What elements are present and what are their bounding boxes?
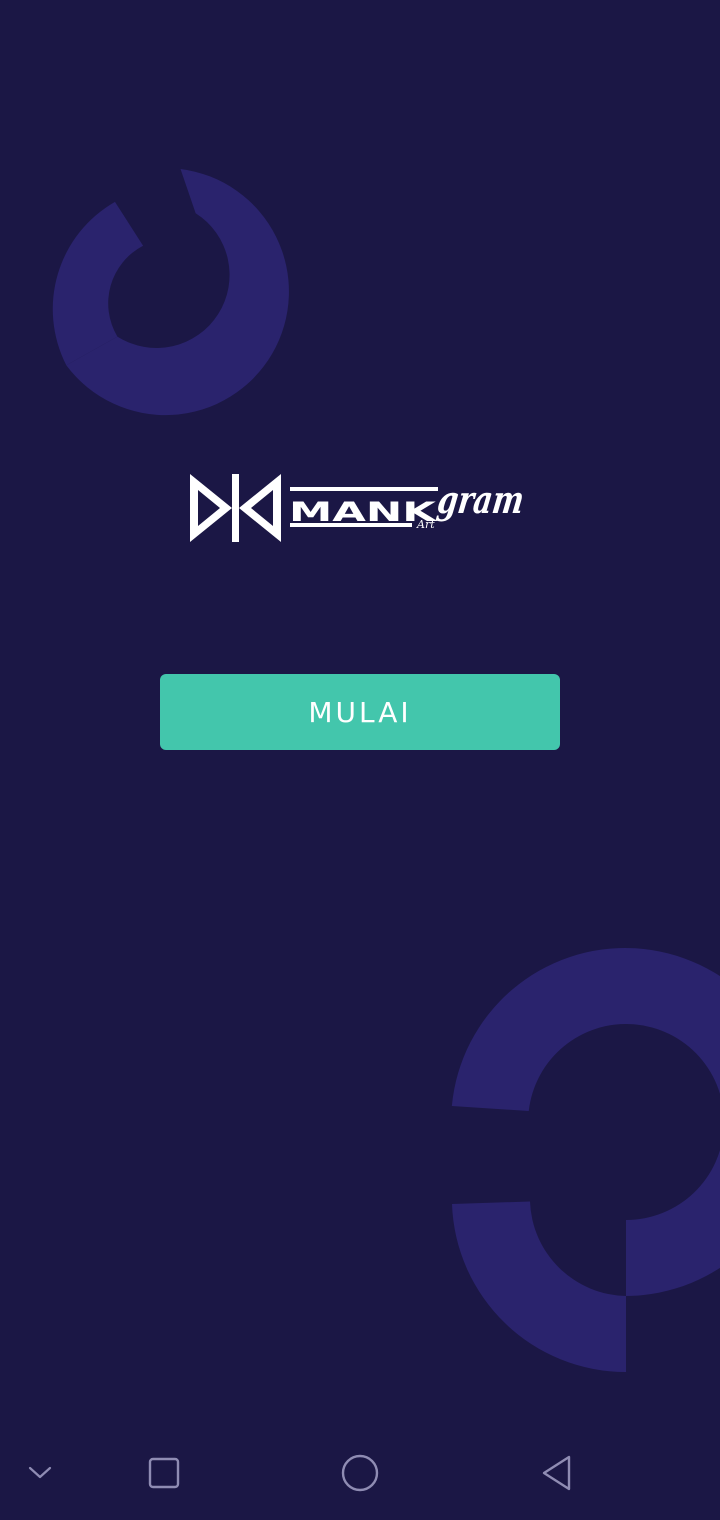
square-recents-icon: [148, 1457, 180, 1489]
bottom-ring-fragment-decoration: [452, 1201, 626, 1373]
bowtie-mark-icon: [190, 474, 281, 542]
circle-home-icon: [341, 1454, 379, 1492]
start-button-label: MULAI: [308, 695, 412, 729]
splash-screen: MANK Art gram MULAI: [0, 0, 720, 1520]
nav-back-button[interactable]: [531, 1448, 581, 1498]
nav-collapse-button[interactable]: [15, 1448, 65, 1498]
mankgram-logo: MANK Art gram: [190, 474, 527, 542]
system-navigation-bar: [0, 1424, 720, 1520]
chevron-down-icon: [28, 1466, 52, 1479]
nav-recents-button[interactable]: [139, 1448, 189, 1498]
logo-subtext: Art: [416, 518, 435, 531]
logo-script-text: gram: [435, 478, 527, 523]
logo-top-line: [290, 487, 438, 491]
decorative-rings: [52, 169, 720, 1373]
triangle-back-icon: [542, 1455, 571, 1491]
top-ring-fragment-decoration: [52, 201, 144, 366]
start-button[interactable]: MULAI: [160, 674, 560, 750]
nav-home-button[interactable]: [335, 1448, 385, 1498]
logo-brand-text: MANK: [289, 497, 438, 528]
